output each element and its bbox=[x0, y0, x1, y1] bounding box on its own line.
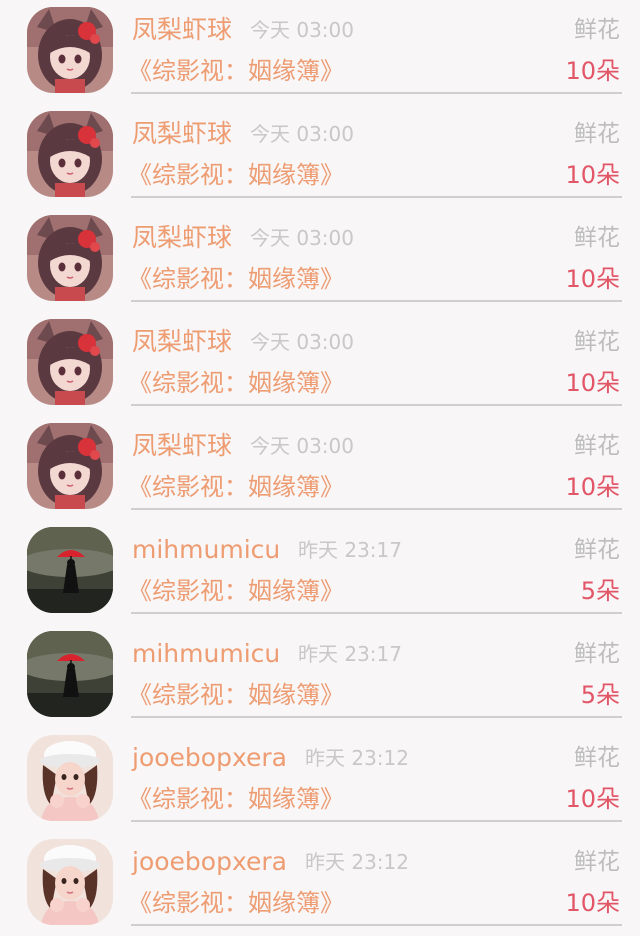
list-item[interactable]: 凤梨虾球 今天 03:00 鲜花 《综影视：姻缘簿》 10朵 bbox=[0, 208, 640, 312]
avatar[interactable] bbox=[27, 839, 113, 925]
username[interactable]: jooebopxera bbox=[132, 844, 287, 880]
gift-type: 鲜花 bbox=[574, 641, 620, 667]
gift-count: 10朵 bbox=[565, 785, 620, 813]
anime-girl-icon bbox=[27, 7, 113, 93]
timestamp: 今天 03:00 bbox=[250, 18, 354, 42]
divider bbox=[131, 508, 622, 510]
gift-type: 鲜花 bbox=[574, 121, 620, 147]
avatar[interactable] bbox=[27, 111, 113, 197]
gift-count: 10朵 bbox=[565, 369, 620, 397]
avatar[interactable] bbox=[27, 735, 113, 821]
gift-type: 鲜花 bbox=[574, 745, 620, 771]
list-item[interactable]: jooebopxera 昨天 23:12 鲜花 《综影视：姻缘簿》 10朵 bbox=[0, 728, 640, 832]
book-title-link[interactable]: 《综影视：姻缘簿》 bbox=[128, 365, 344, 401]
username[interactable]: 凤梨虾球 bbox=[132, 220, 232, 256]
list-item[interactable]: 凤梨虾球 今天 03:00 鲜花 《综影视：姻缘簿》 10朵 bbox=[0, 0, 640, 104]
avatar[interactable] bbox=[27, 631, 113, 717]
book-title-link[interactable]: 《综影视：姻缘簿》 bbox=[128, 261, 344, 297]
book-title-link[interactable]: 《综影视：姻缘簿》 bbox=[128, 157, 344, 193]
avatar[interactable] bbox=[27, 423, 113, 509]
avatar[interactable] bbox=[27, 7, 113, 93]
avatar[interactable] bbox=[27, 527, 113, 613]
red-umbrella-icon bbox=[27, 527, 113, 613]
divider bbox=[131, 92, 622, 94]
username[interactable]: 凤梨虾球 bbox=[132, 324, 232, 360]
list-item[interactable]: mihmumicu 昨天 23:17 鲜花 《综影视：姻缘簿》 5朵 bbox=[0, 624, 640, 728]
divider bbox=[131, 820, 622, 822]
red-umbrella-icon bbox=[27, 631, 113, 717]
book-title-link[interactable]: 《综影视：姻缘簿》 bbox=[128, 573, 344, 609]
book-title-link[interactable]: 《综影视：姻缘簿》 bbox=[128, 53, 344, 89]
timestamp: 昨天 23:12 bbox=[305, 850, 409, 874]
divider bbox=[131, 716, 622, 718]
anime-girl-icon bbox=[27, 111, 113, 197]
gift-type: 鲜花 bbox=[574, 433, 620, 459]
timestamp: 昨天 23:17 bbox=[298, 642, 402, 666]
gift-count: 10朵 bbox=[565, 889, 620, 917]
girl-white-hat-icon bbox=[27, 735, 113, 821]
book-title-link[interactable]: 《综影视：姻缘簿》 bbox=[128, 781, 344, 817]
avatar[interactable] bbox=[27, 215, 113, 301]
anime-girl-icon bbox=[27, 319, 113, 405]
divider bbox=[131, 196, 622, 198]
list-item[interactable]: jooebopxera 昨天 23:12 鲜花 《综影视：姻缘簿》 10朵 bbox=[0, 832, 640, 936]
anime-girl-icon bbox=[27, 215, 113, 301]
divider bbox=[131, 300, 622, 302]
timestamp: 今天 03:00 bbox=[250, 226, 354, 250]
gift-count: 10朵 bbox=[565, 161, 620, 189]
anime-girl-icon bbox=[27, 423, 113, 509]
gift-count: 5朵 bbox=[580, 681, 620, 709]
timestamp: 今天 03:00 bbox=[250, 434, 354, 458]
gift-record-list: 凤梨虾球 今天 03:00 鲜花 《综影视：姻缘簿》 10朵 凤梨虾球 今天 0… bbox=[0, 0, 640, 936]
username[interactable]: jooebopxera bbox=[132, 740, 287, 776]
divider bbox=[131, 404, 622, 406]
username[interactable]: 凤梨虾球 bbox=[132, 12, 232, 48]
username[interactable]: 凤梨虾球 bbox=[132, 428, 232, 464]
username[interactable]: mihmumicu bbox=[132, 532, 280, 568]
avatar[interactable] bbox=[27, 319, 113, 405]
gift-type: 鲜花 bbox=[574, 537, 620, 563]
list-item[interactable]: 凤梨虾球 今天 03:00 鲜花 《综影视：姻缘簿》 10朵 bbox=[0, 312, 640, 416]
gift-count: 10朵 bbox=[565, 57, 620, 85]
username[interactable]: mihmumicu bbox=[132, 636, 280, 672]
timestamp: 今天 03:00 bbox=[250, 122, 354, 146]
list-item[interactable]: mihmumicu 昨天 23:17 鲜花 《综影视：姻缘簿》 5朵 bbox=[0, 520, 640, 624]
gift-count: 5朵 bbox=[580, 577, 620, 605]
book-title-link[interactable]: 《综影视：姻缘簿》 bbox=[128, 469, 344, 505]
gift-count: 10朵 bbox=[565, 265, 620, 293]
list-item[interactable]: 凤梨虾球 今天 03:00 鲜花 《综影视：姻缘簿》 10朵 bbox=[0, 416, 640, 520]
gift-type: 鲜花 bbox=[574, 329, 620, 355]
timestamp: 今天 03:00 bbox=[250, 330, 354, 354]
list-item[interactable]: 凤梨虾球 今天 03:00 鲜花 《综影视：姻缘簿》 10朵 bbox=[0, 104, 640, 208]
gift-type: 鲜花 bbox=[574, 849, 620, 875]
username[interactable]: 凤梨虾球 bbox=[132, 116, 232, 152]
gift-type: 鲜花 bbox=[574, 225, 620, 251]
girl-white-hat-icon bbox=[27, 839, 113, 925]
timestamp: 昨天 23:12 bbox=[305, 746, 409, 770]
book-title-link[interactable]: 《综影视：姻缘簿》 bbox=[128, 677, 344, 713]
divider bbox=[131, 612, 622, 614]
timestamp: 昨天 23:17 bbox=[298, 538, 402, 562]
book-title-link[interactable]: 《综影视：姻缘簿》 bbox=[128, 885, 344, 921]
gift-count: 10朵 bbox=[565, 473, 620, 501]
gift-type: 鲜花 bbox=[574, 17, 620, 43]
divider bbox=[131, 924, 622, 926]
